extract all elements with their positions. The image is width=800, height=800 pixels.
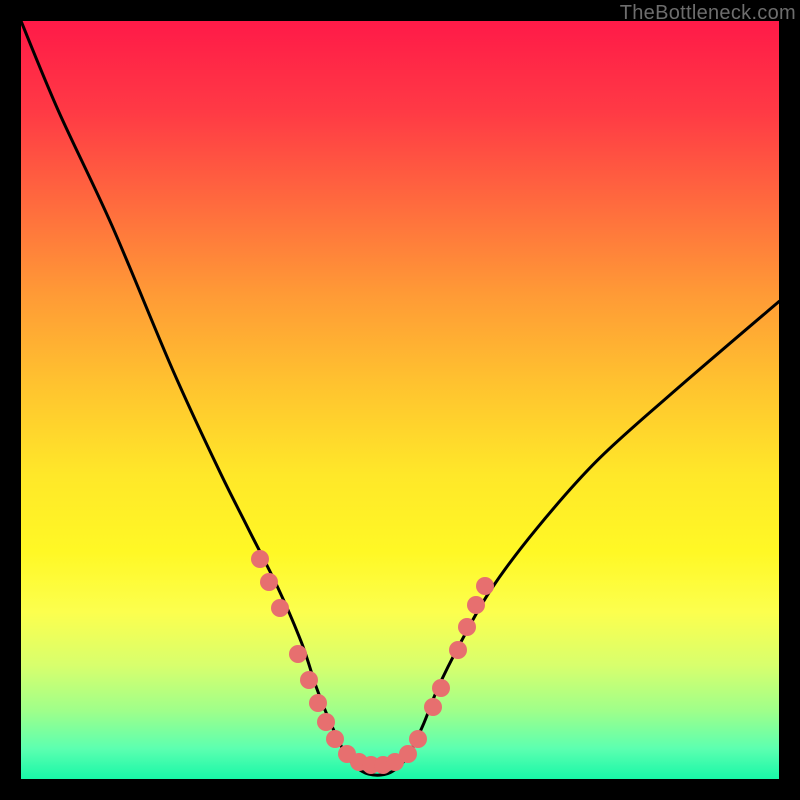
curve-marker — [260, 573, 278, 591]
curve-marker — [424, 698, 442, 716]
curve-marker — [317, 713, 335, 731]
watermark-text: TheBottleneck.com — [620, 2, 796, 25]
curve-marker — [458, 618, 476, 636]
curve-marker — [271, 599, 289, 617]
curve-marker — [289, 645, 307, 663]
curve-marker — [399, 745, 417, 763]
curve-marker — [326, 730, 344, 748]
curve-marker — [467, 596, 485, 614]
bottleneck-curve — [21, 21, 779, 775]
curve-marker — [476, 577, 494, 595]
curve-marker — [251, 550, 269, 568]
curve-marker — [309, 694, 327, 712]
curve-marker — [409, 730, 427, 748]
curve-marker — [449, 641, 467, 659]
curve-marker — [432, 679, 450, 697]
outer-frame: TheBottleneck.com — [0, 0, 800, 800]
curve-layer — [21, 21, 779, 779]
plot-area — [21, 21, 779, 779]
curve-marker — [300, 671, 318, 689]
